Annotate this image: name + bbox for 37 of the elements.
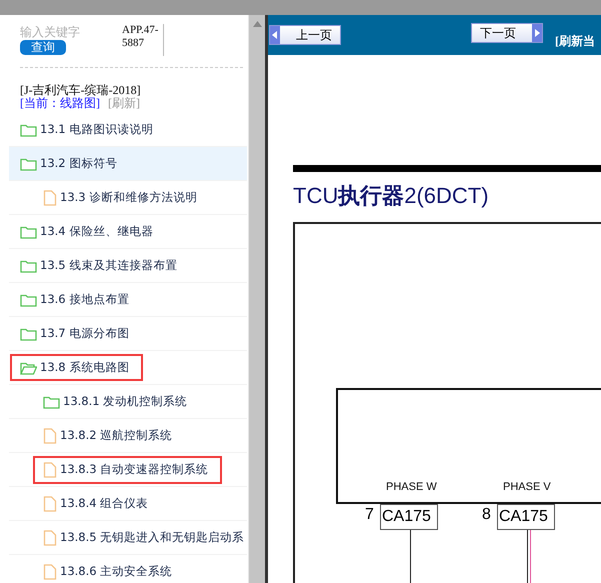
scroll-up-icon[interactable] [252,21,262,27]
document-icon [43,428,57,444]
tree-item[interactable]: 13.8.4 组合仪表 [9,487,247,521]
app-code: APP.47-5887 [122,24,164,56]
tree-item[interactable]: 13.8.6 主动安全系统 [9,555,247,583]
document-icon [43,564,57,580]
tree-item[interactable]: 13.4 保险丝、继电器 [9,215,247,249]
wire [527,530,528,583]
tree-item[interactable]: 13.6 接地点布置 [9,283,247,317]
connector-box: CA175 [380,504,438,530]
diagram-title: TCU执行器2(6DCT) [293,182,489,210]
connector-box: CA175 [497,504,555,530]
tree-item[interactable]: 13.7 电源分布图 [9,317,247,351]
document-icon [43,496,57,512]
document-icon [43,462,57,478]
tree-item[interactable]: 13.3 诊断和维修方法说明 [9,181,247,215]
book-title: [J-吉利汽车-缤瑞-2018] [20,84,142,97]
document-icon [43,190,57,206]
pin-label: PHASE V [503,481,551,493]
current-view-link[interactable]: [当前：线路图] [20,97,100,110]
pin-number: 8 [482,506,491,524]
tree-item[interactable]: 13.8.5 无钥匙进入和无钥匙启动系 [9,521,247,555]
document-icon [43,530,57,546]
search-button[interactable]: 查询 [20,40,66,55]
wire [410,530,411,583]
tree-item[interactable]: 13.2 图标符号 [9,147,247,181]
previous-page-button[interactable]: 上一页 [269,25,341,45]
tree-item[interactable]: 13.8.1 发动机控制系统 [9,385,247,419]
scrollbar[interactable] [248,15,265,583]
tree-item[interactable]: 13.8.2 巡航控制系统 [9,419,247,453]
refresh-current-link[interactable]: [刷新当 [555,33,595,50]
pin-number: 7 [365,506,374,524]
next-page-button[interactable]: 下一页 [471,23,543,43]
tree-item[interactable]: 13.8 系统电路图 [9,351,247,385]
pin-label: PHASE W [386,481,437,493]
wire [530,530,531,583]
tree-item[interactable]: 13.5 线束及其连接器布置 [9,249,247,283]
